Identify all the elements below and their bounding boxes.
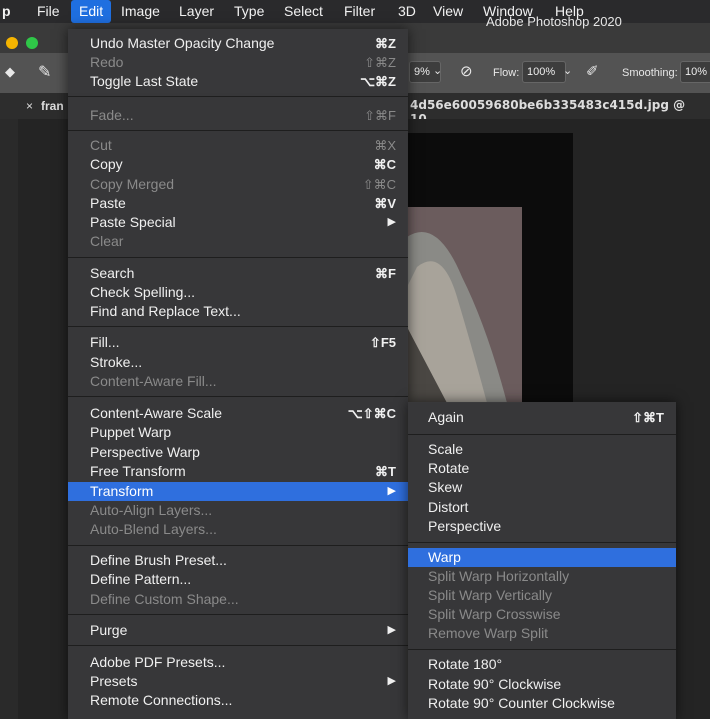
submenu-item-remove-warp-split[interactable]: Remove Warp Split (408, 624, 676, 643)
menu-item-fill[interactable]: Fill... ⇧F5 (68, 333, 408, 352)
submenu-item-split-warp-crosswise[interactable]: Split Warp Crosswise (408, 605, 676, 624)
menu-separator (68, 545, 408, 546)
menu-3d[interactable]: 3D (390, 0, 424, 23)
flow-label: Flow: (493, 67, 520, 79)
menu-item-cut[interactable]: Cut ⌘X (68, 136, 408, 155)
menu-item-auto-align-layers[interactable]: Auto-Align Layers... (68, 501, 408, 520)
opacity-dropdown-icon[interactable]: ⌄ (433, 64, 442, 77)
tool-preset-icon[interactable]: ◆ (5, 64, 15, 80)
menu-separator (408, 434, 676, 435)
menu-separator (408, 649, 676, 650)
menu-item-free-transform[interactable]: Free Transform ⌘T (68, 462, 408, 481)
menu-item-auto-blend-layers[interactable]: Auto-Blend Layers... (68, 520, 408, 539)
airbrush-icon[interactable]: ✐ (586, 62, 599, 80)
menu-item-fade[interactable]: Fade... ⇧⌘F (68, 106, 408, 125)
edit-menu: Undo Master Opacity Change ⌘Z Redo ⇧⌘Z Tog… (68, 29, 408, 719)
menu-item-search[interactable]: Search ⌘F (68, 264, 408, 283)
tools-panel (0, 119, 18, 719)
submenu-item-scale[interactable]: Scale (408, 440, 676, 459)
menu-view[interactable]: View (425, 0, 471, 23)
menu-item-copy[interactable]: Copy ⌘C (68, 155, 408, 174)
menu-separator (68, 614, 408, 615)
menu-item-toggle-last-state[interactable]: Toggle Last State ⌥⌘Z (68, 72, 408, 91)
submenu-item-distort[interactable]: Distort (408, 498, 676, 517)
menu-select[interactable]: Select (276, 0, 331, 23)
menu-item-stroke[interactable]: Stroke... (68, 353, 408, 372)
menu-item-puppet-warp[interactable]: Puppet Warp (68, 423, 408, 442)
submenu-item-split-warp-horizontally[interactable]: Split Warp Horizontally (408, 567, 676, 586)
menu-item-find-replace[interactable]: Find and Replace Text... (68, 302, 408, 321)
brush-icon[interactable]: ✎ (38, 62, 51, 82)
smoothing-label: Smoothing: (622, 67, 678, 79)
minimize-icon[interactable] (6, 37, 18, 49)
submenu-arrow-icon: ▶ (387, 624, 396, 636)
submenu-item-warp[interactable]: Warp (408, 548, 676, 567)
submenu-item-rotate-90-cw[interactable]: Rotate 90° Clockwise (408, 675, 676, 694)
menu-separator (68, 257, 408, 258)
menu-separator (68, 396, 408, 397)
menu-item-remote-connections[interactable]: Remote Connections... (68, 691, 408, 710)
cat-ear-image (407, 207, 522, 403)
menu-item-purge[interactable]: Purge ▶ (68, 621, 408, 640)
menu-item-presets[interactable]: Presets ▶ (68, 672, 408, 691)
zoom-icon[interactable] (26, 37, 38, 49)
menu-item-check-spelling[interactable]: Check Spelling... (68, 283, 408, 302)
menu-item-adobe-pdf-presets[interactable]: Adobe PDF Presets... (68, 653, 408, 672)
menu-item-copy-merged[interactable]: Copy Merged ⇧⌘C (68, 175, 408, 194)
menu-image[interactable]: Image (113, 0, 168, 23)
submenu-item-split-warp-vertically[interactable]: Split Warp Vertically (408, 586, 676, 605)
submenu-item-rotate-180[interactable]: Rotate 180° (408, 655, 676, 674)
menu-item-content-aware-scale[interactable]: Content-Aware Scale ⌥⇧⌘C (68, 404, 408, 423)
menu-item-paste[interactable]: Paste ⌘V (68, 194, 408, 213)
menu-item-define-brush-preset[interactable]: Define Brush Preset... (68, 551, 408, 570)
submenu-arrow-icon: ▶ (387, 216, 396, 228)
pressure-opacity-icon[interactable]: ⊘ (460, 62, 473, 80)
menu-layer[interactable]: Layer (171, 0, 222, 23)
submenu-arrow-icon: ▶ (387, 485, 396, 497)
close-tab-icon[interactable]: × (26, 99, 33, 113)
menu-type[interactable]: Type (226, 0, 272, 23)
smoothing-field[interactable]: 10% (680, 61, 710, 83)
app-menu[interactable]: p (0, 0, 19, 23)
menu-separator (68, 326, 408, 327)
menu-separator (408, 542, 676, 543)
submenu-item-rotate[interactable]: Rotate (408, 459, 676, 478)
menu-edit[interactable]: Edit (71, 0, 112, 23)
submenu-arrow-icon: ▶ (387, 675, 396, 687)
menu-file[interactable]: File (29, 0, 68, 23)
flow-field[interactable]: 100% (522, 61, 566, 83)
menu-separator (68, 130, 408, 131)
window-title: Adobe Photoshop 2020 (486, 14, 622, 29)
menu-item-perspective-warp[interactable]: Perspective Warp (68, 443, 408, 462)
submenu-item-again[interactable]: Again ⇧⌘T (408, 408, 676, 427)
menu-item-transform[interactable]: Transform ▶ (68, 482, 408, 501)
menu-item-define-custom-shape[interactable]: Define Custom Shape... (68, 590, 408, 609)
menu-separator (68, 96, 408, 97)
menu-item-content-aware-fill[interactable]: Content-Aware Fill... (68, 372, 408, 391)
submenu-item-perspective[interactable]: Perspective (408, 517, 676, 536)
flow-dropdown-icon[interactable]: ⌄ (563, 64, 572, 77)
menu-item-clear[interactable]: Clear (68, 232, 408, 251)
menu-item-paste-special[interactable]: Paste Special ▶ (68, 213, 408, 232)
menu-item-define-pattern[interactable]: Define Pattern... (68, 570, 408, 589)
submenu-item-rotate-90-ccw[interactable]: Rotate 90° Counter Clockwise (408, 694, 676, 713)
menu-item-undo[interactable]: Undo Master Opacity Change ⌘Z (68, 34, 408, 53)
transform-submenu: Again ⇧⌘T Scale Rotate Skew Distort Persp… (408, 402, 676, 719)
menu-filter[interactable]: Filter (336, 0, 383, 23)
left-document-tab[interactable]: fran (41, 99, 64, 113)
menu-item-redo[interactable]: Redo ⇧⌘Z (68, 53, 408, 72)
menu-separator (68, 645, 408, 646)
submenu-item-skew[interactable]: Skew (408, 478, 676, 497)
